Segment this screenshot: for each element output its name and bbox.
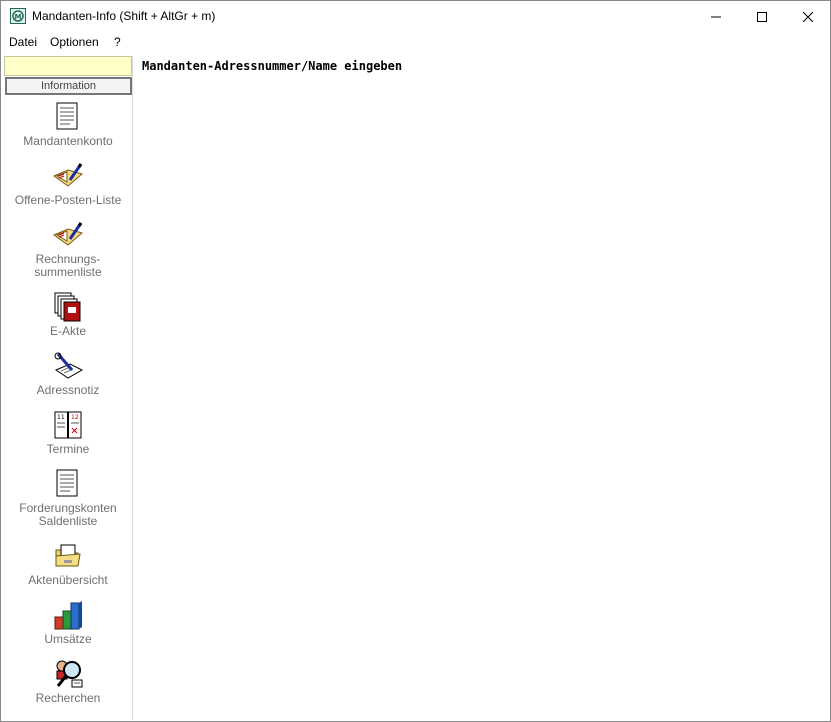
nav-label: Termine [46,442,90,456]
nav-label: Recherchen [35,691,101,705]
nav-item-termine[interactable]: 11 12 Termine [4,409,132,456]
svg-text:11: 11 [57,414,65,421]
nav-label: Umsätze [44,632,92,646]
svg-text:12: 12 [71,414,79,421]
nav-item-adressnotiz[interactable]: Adressnotiz [4,350,132,397]
mandant-search-input[interactable] [4,56,132,76]
nav-label: E-Akte [49,324,86,338]
bar-chart-3d-icon [54,601,82,630]
ledger-pen-icon [52,163,84,187]
document-page-icon [56,469,78,497]
main-content: Mandanten-Adressnummer/Name eingeben [133,52,830,721]
nav-item-forderungskonten-saldenliste[interactable]: Forderungskonten Saldenliste [4,468,132,528]
maximize-icon [757,11,767,22]
nav-label: Aktenübersicht [28,573,108,587]
sidebar: Information Mandantenkonto Offene-Posten… [4,56,133,720]
document-page-icon [56,102,78,130]
note-pen-icon [54,352,84,379]
close-icon [803,11,813,22]
nav-item-aktenuebersicht[interactable]: Aktenübersicht [4,540,132,587]
page-title: Mandanten-Adressnummer/Name eingeben [142,59,403,73]
nav-item-recherchen[interactable]: Recherchen [4,658,132,705]
nav-label: Rechnungs- summenliste [34,252,102,279]
close-button[interactable] [785,1,831,32]
nav-item-umsaetze[interactable]: Umsätze [4,599,132,646]
nav-label: Mandantenkonto [23,134,113,148]
window-title: Mandanten-Info (Shift + AltGr + m) [32,9,216,23]
minimize-button[interactable] [693,1,739,32]
ledger-pen-icon [52,222,84,246]
nav-item-rechnungssummenliste[interactable]: Rechnungs- summenliste [4,219,132,279]
mandanten-app-icon: M [10,8,26,24]
folder-open-icon [55,544,81,567]
calendar-book-icon: 11 12 [54,411,82,439]
nav-label: Offene-Posten-Liste [14,193,122,207]
nav-item-e-akte[interactable]: E-Akte [4,291,132,338]
nav-item-mandantenkonto[interactable]: Mandantenkonto [4,101,132,148]
menu-optionen[interactable]: Optionen [50,35,99,49]
svg-text:M: M [15,13,22,21]
nav-label: Forderungskonten Saldenliste [19,501,117,528]
maximize-button[interactable] [739,1,785,32]
title-bar[interactable]: M Mandanten-Info (Shift + AltGr + m) [1,1,830,32]
minimize-icon [711,16,721,17]
menu-help[interactable]: ? [114,35,121,49]
search-person-icon [56,660,83,688]
app-window: M Mandanten-Info (Shift + AltGr + m) Dat… [0,0,831,722]
stacked-files-icon [54,292,81,322]
section-header-information[interactable]: Information [5,77,132,95]
menu-bar: Datei Optionen ? [1,32,830,52]
nav-label: Adressnotiz [36,383,100,397]
menu-datei[interactable]: Datei [9,35,37,49]
nav-item-offene-posten-liste[interactable]: Offene-Posten-Liste [4,160,132,207]
